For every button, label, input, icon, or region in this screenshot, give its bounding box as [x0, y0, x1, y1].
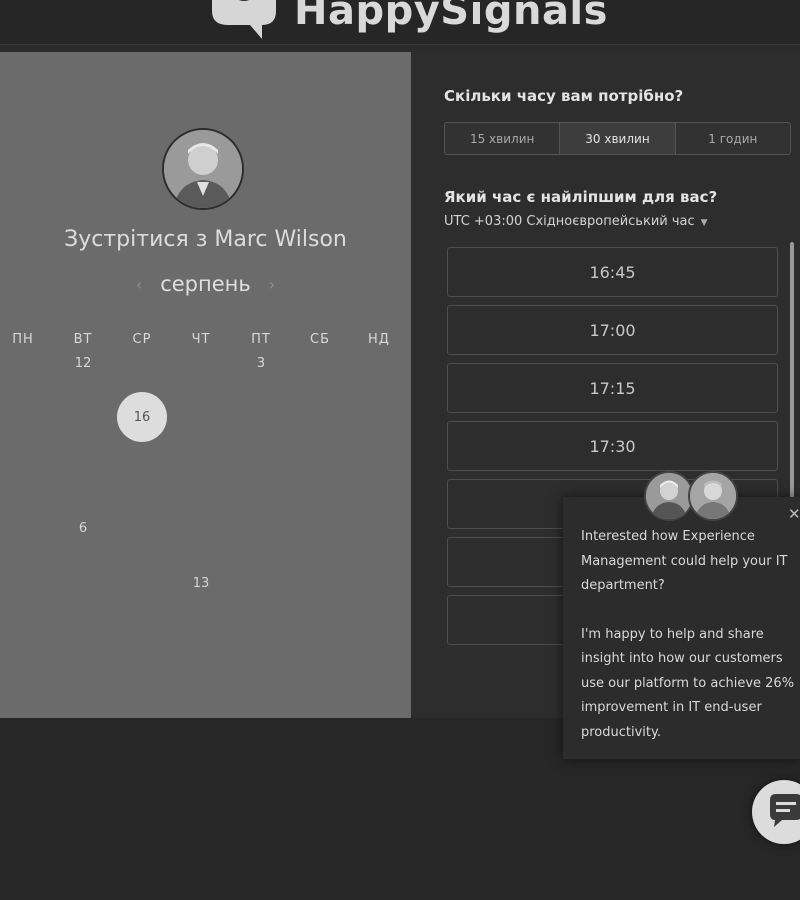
scrollbar-thumb[interactable] [790, 242, 794, 502]
speech-heart-icon [210, 0, 290, 39]
chat-popup: ✕ Interested how Experience Management c… [563, 497, 800, 759]
calendar-day [354, 447, 404, 497]
timezone-select[interactable]: UTC +03:00 Східноєвропейський час ▼ [444, 214, 708, 229]
calendar-day [176, 503, 226, 553]
chat-paragraph: Interested how Experience Management cou… [581, 529, 788, 593]
calendar-day [176, 447, 226, 497]
calendar-day [0, 338, 48, 388]
calendar-day [295, 447, 345, 497]
close-icon[interactable]: ✕ [788, 505, 800, 523]
chat-icon [770, 794, 800, 827]
calendar-day [354, 558, 404, 608]
header: HappySignals [0, 0, 800, 45]
calendar-day [58, 558, 108, 608]
calendar-day [176, 392, 226, 442]
agent-avatar [644, 471, 694, 521]
calendar-day[interactable]: 12 [58, 338, 108, 388]
calendar-day [354, 503, 404, 553]
time-slot[interactable]: 17:00 [447, 305, 778, 355]
calendar-day [117, 558, 167, 608]
timezone-label: UTC +03:00 Східноєвропейський час [444, 214, 695, 229]
logo-text: HappySignals [294, 0, 608, 34]
duration-question: Скільки часу вам потрібно? [444, 87, 684, 105]
calendar-day [117, 613, 167, 663]
calendar-day[interactable]: 13 [176, 558, 226, 608]
duration-option-30[interactable]: 30 хвилин [560, 123, 676, 154]
calendar-day [0, 447, 48, 497]
calendar-day [0, 392, 48, 442]
calendar-day [236, 613, 286, 663]
calendar-day [0, 613, 48, 663]
meeting-title: Зустрітися з Marc Wilson [64, 227, 347, 252]
calendar-day [176, 338, 226, 388]
duration-option-15[interactable]: 15 хвилин [445, 123, 561, 154]
calendar-day [295, 558, 345, 608]
time-slot[interactable]: 17:15 [447, 363, 778, 413]
chat-launcher-button[interactable] [752, 780, 800, 844]
calendar-day [176, 613, 226, 663]
calendar-day [117, 503, 167, 553]
calendar-day [295, 392, 345, 442]
calendar-day [236, 558, 286, 608]
calendar-day [0, 558, 48, 608]
month-label: серпень [160, 272, 251, 296]
calendar-panel: Зустрітися з Marc Wilson ‹ серпень › ПН … [0, 52, 411, 718]
time-slot[interactable]: 17:30 [447, 421, 778, 471]
calendar-day [354, 392, 404, 442]
time-slot[interactable]: 16:45 [447, 247, 778, 297]
calendar-day [295, 503, 345, 553]
calendar-day [295, 338, 345, 388]
calendar-day [58, 613, 108, 663]
calendar-day [236, 503, 286, 553]
chevron-right-icon[interactable]: › [269, 275, 275, 294]
host-avatar [162, 128, 244, 210]
month-navigator: ‹ серпень › [0, 272, 411, 296]
calendar-day [354, 338, 404, 388]
calendar-day [236, 447, 286, 497]
chat-message: Interested how Experience Management cou… [581, 525, 797, 769]
calendar-day [117, 447, 167, 497]
calendar-day [117, 338, 167, 388]
calendar-day-selected[interactable]: 16 [117, 392, 167, 442]
duration-option-60[interactable]: 1 годин [675, 123, 790, 154]
duration-selector: 15 хвилин 30 хвилин 1 годин [444, 122, 791, 155]
calendar-day [236, 392, 286, 442]
agent-avatar [688, 471, 738, 521]
calendar-day [58, 447, 108, 497]
calendar-day [354, 613, 404, 663]
logo[interactable]: HappySignals [210, 0, 608, 39]
caret-down-icon: ▼ [700, 218, 708, 228]
calendar-day [0, 503, 48, 553]
calendar-day [58, 392, 108, 442]
calendar-day[interactable]: 3 [236, 338, 286, 388]
chat-paragraph: I'm happy to help and share insight into… [581, 626, 795, 740]
time-question: Який час є найліпшим для вас? [444, 188, 718, 206]
chevron-left-icon[interactable]: ‹ [136, 275, 142, 294]
calendar-day [295, 613, 345, 663]
calendar-day[interactable]: 6 [58, 503, 108, 553]
